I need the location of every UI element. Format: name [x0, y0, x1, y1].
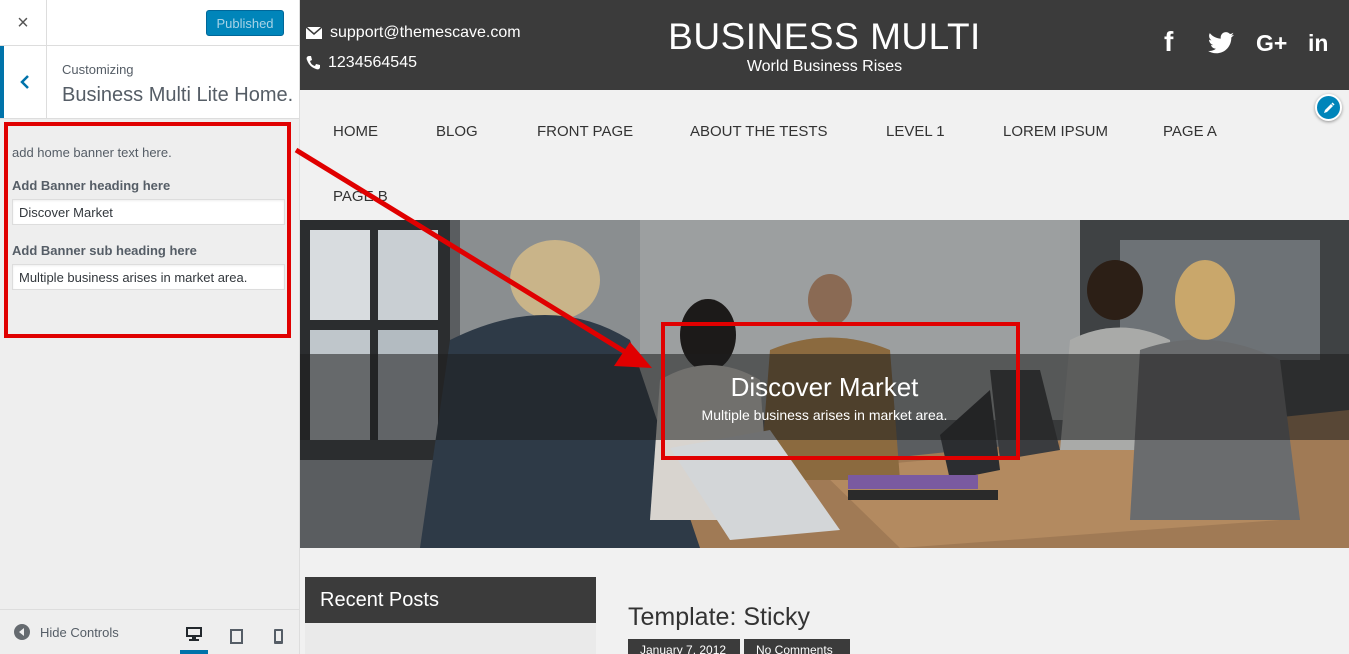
recent-posts-widget-body [305, 623, 596, 654]
nav-item-home[interactable]: HOME [333, 123, 378, 140]
facebook-icon[interactable]: f [1164, 26, 1173, 58]
main-navigation: HOME BLOG FRONT PAGE ABOUT THE TESTS LEV… [300, 90, 1349, 220]
customizer-header: × Published [0, 0, 299, 46]
nav-item-lorem-ipsum[interactable]: LOREM IPSUM [1003, 123, 1108, 140]
twitter-icon[interactable] [1208, 32, 1234, 59]
post-date[interactable]: January 7, 2012 [628, 639, 740, 654]
customizing-label: Customizing [62, 62, 134, 77]
desktop-preview-button[interactable] [180, 618, 208, 654]
tablet-icon [229, 628, 243, 644]
site-header: support@themescave.com 1234564545 BUSINE… [300, 0, 1349, 90]
close-customizer-button[interactable]: × [0, 0, 47, 46]
nav-item-page-a[interactable]: PAGE A [1163, 123, 1217, 140]
nav-item-blog[interactable]: BLOG [436, 123, 478, 140]
linkedin-icon[interactable]: in [1308, 30, 1328, 57]
annotation-box-banner [661, 322, 1020, 460]
nav-item-about-the-tests[interactable]: ABOUT THE TESTS [690, 123, 828, 140]
chevron-left-icon [20, 75, 29, 89]
nav-item-page-b[interactable]: PAGE B [333, 188, 388, 205]
hide-controls-button[interactable]: Hide Controls [14, 624, 119, 640]
tablet-preview-button[interactable] [222, 618, 250, 654]
mobile-icon [273, 628, 283, 644]
hide-controls-label: Hide Controls [40, 624, 119, 640]
post-title[interactable]: Template: Sticky [628, 603, 810, 632]
nav-item-level-1[interactable]: LEVEL 1 [886, 123, 945, 140]
section-header: Customizing Business Multi Lite Home... [0, 46, 299, 119]
google-plus-icon[interactable]: G+ [1256, 30, 1287, 57]
post-comments-link[interactable]: No Comments [744, 639, 850, 654]
site-title[interactable]: BUSINESS MULTI [300, 16, 1349, 58]
recent-posts-widget-title: Recent Posts [305, 577, 596, 623]
nav-item-front-page[interactable]: FRONT PAGE [537, 123, 633, 140]
publish-button[interactable]: Published [206, 10, 284, 36]
customizer-footer: Hide Controls [0, 609, 299, 654]
back-button[interactable] [0, 46, 47, 118]
collapse-arrow-icon [14, 624, 30, 640]
annotation-box-controls [4, 122, 291, 338]
desktop-icon [186, 627, 202, 641]
section-title: Business Multi Lite Home... [62, 84, 292, 106]
mobile-preview-button[interactable] [264, 618, 292, 654]
site-tagline: World Business Rises [746, 58, 903, 75]
